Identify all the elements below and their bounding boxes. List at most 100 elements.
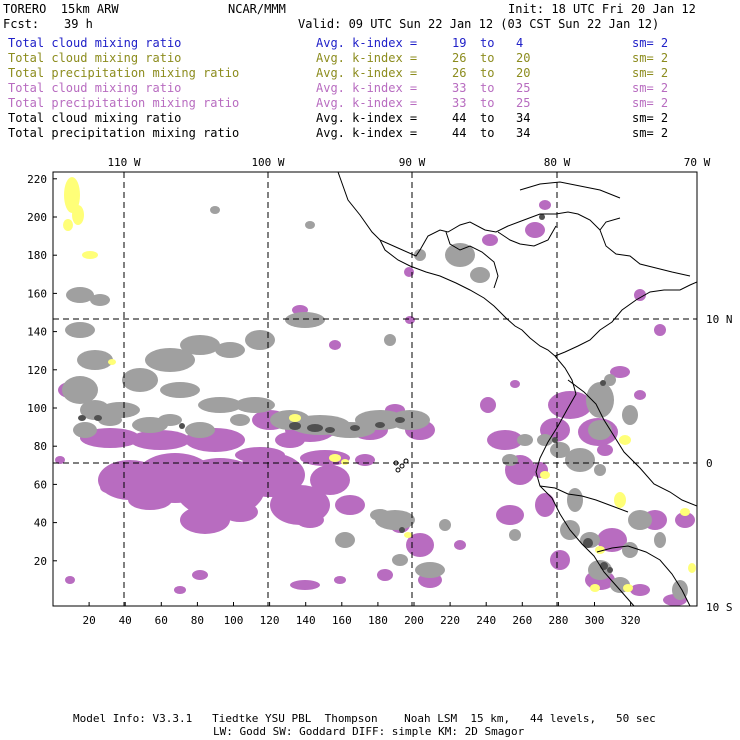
intense-cloud-core: [307, 424, 323, 432]
precip-area: [222, 502, 258, 522]
cloud-area: [245, 330, 275, 350]
cloud-area: [90, 294, 110, 306]
precip-area: [290, 580, 320, 590]
cloud-area: [62, 376, 98, 404]
x-tick-label: 320: [621, 614, 641, 627]
light-precip-area: [82, 251, 98, 259]
coastline-layer: [337, 172, 697, 606]
precip-area: [654, 324, 666, 336]
cloud-area: [537, 434, 553, 446]
cloud-area: [384, 334, 396, 346]
precip-area: [510, 380, 520, 388]
cloud-area: [509, 529, 521, 541]
cloud-area: [185, 422, 215, 438]
precip-area: [329, 340, 341, 350]
cloud-area: [415, 562, 445, 578]
light-precip-area: [688, 563, 696, 573]
y-tick-label: 60: [34, 478, 47, 491]
intense-cloud-core: [395, 417, 405, 423]
y-tick-label: 220: [27, 173, 47, 186]
intense-cloud-core: [399, 527, 405, 533]
longitude-label: 70 W: [684, 156, 711, 169]
light-precip-area: [619, 435, 631, 445]
precip-area: [539, 200, 551, 210]
precip-area: [535, 493, 555, 517]
x-tick-label: 40: [119, 614, 132, 627]
precip-area: [480, 397, 496, 413]
precip-area: [496, 505, 524, 525]
y-tick-label: 80: [34, 440, 47, 453]
cloud-area: [66, 287, 94, 303]
weather-map: 110 W 100 W 90 W 80 W 70 W 10 N 0 10 S 220 200 180…: [27, 156, 733, 627]
precip-area: [275, 432, 305, 448]
light-precip-area: [680, 508, 690, 516]
intense-cloud-core: [350, 425, 360, 431]
intense-cloud-core: [179, 423, 185, 429]
x-tick-label: 280: [548, 614, 568, 627]
cloud-area: [622, 405, 638, 425]
cloud-area: [439, 519, 451, 531]
cloud-area: [215, 342, 245, 358]
intense-cloud-core: [325, 427, 335, 433]
intense-cloud-core: [289, 422, 301, 430]
cloud-area: [180, 335, 220, 355]
precip-area: [550, 550, 570, 570]
intense-cloud-core: [78, 415, 86, 421]
cloud-area: [470, 267, 490, 283]
cloud-area: [550, 442, 570, 458]
light-precip-area: [63, 219, 73, 231]
latitude-label: 10 N: [706, 313, 733, 326]
x-tick-label: 120: [260, 614, 280, 627]
precip-area: [377, 569, 393, 581]
galapagos-island: [395, 467, 401, 473]
intense-cloud-core: [375, 422, 385, 428]
light-precip-area: [623, 584, 633, 592]
galapagos-island: [403, 458, 409, 464]
cloud-area: [65, 322, 95, 338]
cloud-area: [628, 510, 652, 530]
cloud-area: [305, 221, 315, 229]
intense-cloud-core: [600, 562, 608, 570]
intense-cloud-core: [607, 567, 613, 573]
x-tick-label: 140: [296, 614, 316, 627]
latitude-label: 10 S: [706, 601, 733, 614]
cloud-area: [122, 368, 158, 392]
longitude-label: 100 W: [251, 156, 284, 169]
x-tick-label: 200: [404, 614, 424, 627]
precip-area: [355, 454, 375, 466]
x-tick-label: 20: [82, 614, 95, 627]
model-info: Model Info: V3.3.1 Tiedtke YSU PBL Thomp…: [73, 712, 656, 725]
precip-area: [100, 481, 116, 493]
y-tick-label: 200: [27, 211, 47, 224]
precip-area: [128, 490, 172, 510]
cloud-area: [77, 350, 113, 370]
precip-area: [630, 584, 650, 596]
field-layer: [55, 177, 696, 606]
x-tick-label: 300: [585, 614, 605, 627]
precip-area: [130, 430, 190, 450]
cloud-area: [210, 206, 220, 214]
y-tick-label: 140: [27, 326, 47, 339]
x-tick-label: 240: [476, 614, 496, 627]
light-precip-area: [72, 205, 84, 225]
y-tick-label: 20: [34, 555, 47, 568]
light-precip-area: [540, 471, 550, 479]
precip-area: [65, 576, 75, 584]
cloud-area: [502, 454, 518, 466]
physics-info: LW: Godd SW: Goddard DIFF: simple KM: 2D…: [213, 725, 525, 738]
coastline: [519, 181, 621, 199]
latitude-label: 0: [706, 457, 713, 470]
longitude-label: 90 W: [399, 156, 426, 169]
intense-cloud-core: [94, 415, 102, 421]
longitude-label: 110 W: [107, 156, 140, 169]
precip-area: [525, 222, 545, 238]
cloud-area: [160, 382, 200, 398]
precip-area: [335, 495, 365, 515]
precip-area: [334, 576, 346, 584]
y-tick-label: 160: [27, 287, 47, 300]
light-precip-area: [329, 454, 341, 462]
x-tick-label: 260: [512, 614, 532, 627]
cloud-area: [604, 374, 616, 386]
intense-cloud-core: [600, 380, 606, 386]
x-tick-label: 80: [191, 614, 204, 627]
